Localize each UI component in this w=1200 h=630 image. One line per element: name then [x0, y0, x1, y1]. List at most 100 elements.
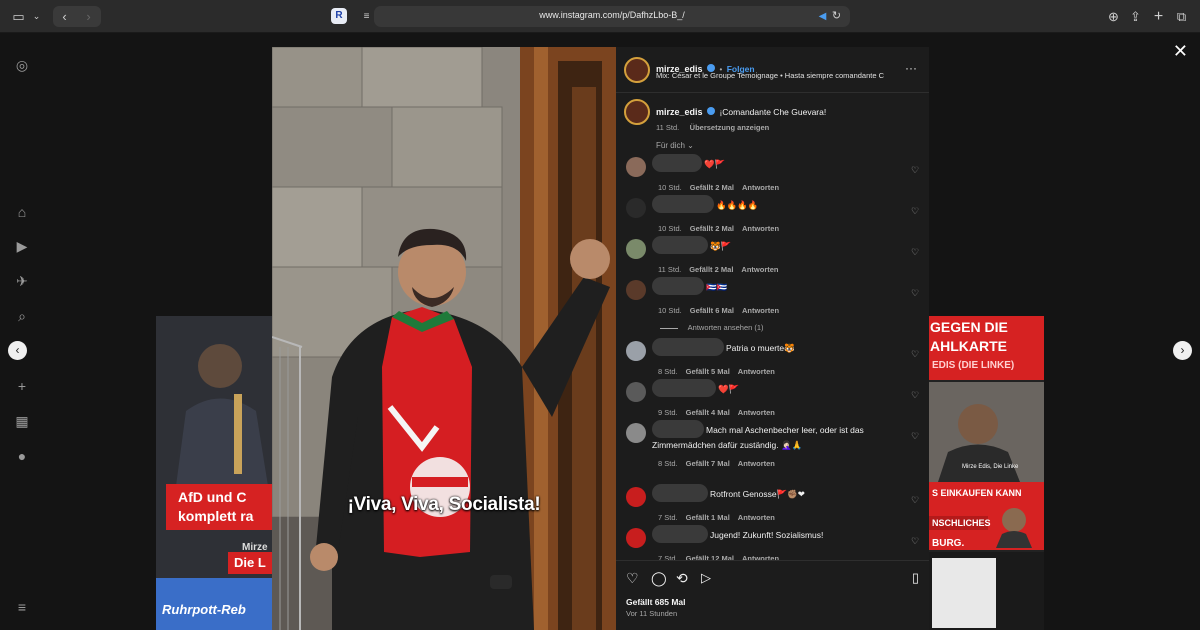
close-icon[interactable]: ✕ [1173, 41, 1188, 62]
comment-avatar[interactable] [626, 528, 646, 548]
home-icon[interactable]: ⌂ [14, 204, 30, 220]
comment-likes[interactable]: Gefällt 4 Mal [686, 408, 730, 417]
comment-like-icon[interactable]: ♡ [910, 431, 920, 441]
comment-likes[interactable]: Gefällt 7 Mal [686, 459, 730, 468]
comment-like-icon[interactable]: ♡ [910, 390, 920, 400]
comment-avatar[interactable] [626, 382, 646, 402]
comment-time: 10 Std. [658, 183, 682, 192]
comment-avatar[interactable] [626, 423, 646, 443]
comment-reply[interactable]: Antworten [738, 408, 775, 417]
more-dots-icon[interactable]: ··· [905, 61, 917, 75]
reel-video[interactable]: ¡Viva, Viva, Socialista! [272, 47, 616, 630]
back-icon[interactable]: ‹ [56, 8, 73, 25]
verified-icon [706, 106, 715, 115]
dashboard-icon[interactable]: ▦ [14, 413, 30, 429]
comment-time: 10 Std. [658, 306, 682, 315]
comment-avatar[interactable] [626, 198, 646, 218]
comment-like-icon[interactable]: ♡ [910, 536, 920, 546]
comment-likes[interactable]: Gefällt 2 Mal [690, 224, 734, 233]
caption-avatar[interactable] [624, 99, 650, 125]
comment-text: 🐯🚩 [710, 241, 732, 252]
comment-likes[interactable]: Gefällt 12 Mal [686, 554, 734, 563]
author-avatar[interactable] [624, 57, 650, 83]
comment-filter[interactable]: Für dich ⌄ [656, 141, 694, 150]
blurred-username[interactable] [652, 195, 714, 213]
translate-link[interactable]: Übersetzung anzeigen [690, 123, 770, 132]
create-icon[interactable]: + [14, 378, 30, 394]
blurred-username[interactable] [652, 420, 704, 438]
next-arrow-icon[interactable]: › [1173, 341, 1192, 360]
address-bar[interactable]: www.instagram.com/p/DafhzLbo-B_/ [374, 6, 850, 27]
comment-avatar[interactable] [626, 280, 646, 300]
caption-username[interactable]: mirze_edis [656, 107, 703, 117]
comment-reply[interactable]: Antworten [741, 265, 778, 274]
reels-icon[interactable]: ▶ [14, 238, 30, 254]
comment-reply[interactable]: Antworten [738, 513, 775, 522]
comment-reply[interactable]: Antworten [738, 459, 775, 468]
comment-reply[interactable]: Antworten [742, 224, 779, 233]
instagram-logo-icon[interactable]: ◎ [14, 57, 30, 73]
bookmark-icon[interactable]: ▯ [912, 570, 919, 586]
comment-like-icon[interactable]: ♡ [910, 495, 920, 505]
repost-icon[interactable]: ⟲ [676, 570, 688, 587]
reader-icon[interactable]: ≡ [358, 8, 375, 25]
search-icon[interactable]: ⌕ [14, 308, 30, 324]
caption-time: 11 Std. [656, 123, 680, 132]
profile-avatar-icon[interactable]: ● [14, 448, 30, 464]
blurred-username[interactable] [652, 154, 702, 172]
blurred-username[interactable] [652, 484, 708, 502]
comment-like-icon[interactable]: ♡ [910, 165, 920, 175]
comment-text: ❤️🚩 [704, 159, 726, 170]
download-icon[interactable]: ⊕ [1105, 8, 1122, 25]
sidebar-toggle-icon[interactable]: ▭ [10, 8, 27, 25]
comment-likes[interactable]: Gefällt 1 Mal [686, 513, 730, 522]
comment-like-icon[interactable]: ♡ [910, 206, 920, 216]
chevron-down-icon[interactable]: ⌄ [28, 8, 45, 25]
comment-text: Rotfront Genosse🚩✊🏽❤ [710, 489, 805, 500]
blurred-username[interactable] [652, 236, 708, 254]
like-icon[interactable]: ♡ [626, 570, 639, 587]
carousel-tile-left[interactable]: AfD und C komplett ra Mirze Die L Ruhrpo… [156, 316, 272, 630]
forward-icon[interactable]: › [80, 8, 97, 25]
comment-avatar[interactable] [626, 487, 646, 507]
comment-time: 8 Std. [658, 459, 678, 468]
blurred-username[interactable] [652, 277, 704, 295]
comment-likes[interactable]: Gefällt 2 Mal [689, 265, 733, 274]
comment-icon[interactable]: ◯ [651, 570, 667, 587]
comment-body: Patria o muerte🐯 [652, 338, 900, 356]
extension-icon[interactable]: R [331, 8, 347, 24]
comment-body: ❤️🚩 [652, 379, 900, 397]
comment-likes[interactable]: Gefällt 5 Mal [686, 367, 730, 376]
blurred-username[interactable] [652, 338, 724, 356]
comment-reply[interactable]: Antworten [742, 306, 779, 315]
comment-like-icon[interactable]: ♡ [910, 247, 920, 257]
blurred-username[interactable] [652, 525, 708, 543]
menu-icon[interactable]: ≡ [14, 599, 30, 615]
reload-icon[interactable]: ↻ [828, 8, 845, 25]
comment-item: Mach mal Aschenbecher leer, oder ist das… [616, 419, 929, 468]
view-replies[interactable]: Antworten ansehen (1) [660, 323, 764, 332]
comment-text: ❤️🚩 [718, 384, 740, 395]
likes-count[interactable]: Gefällt 685 Mal [626, 597, 686, 607]
comment-like-icon[interactable]: ♡ [910, 288, 920, 298]
comment-meta: 11 Std. Gefällt 2 Mal Antworten [658, 259, 779, 277]
tabs-overview-icon[interactable]: ⧉ [1173, 8, 1190, 25]
new-tab-icon[interactable]: + [1150, 8, 1167, 25]
share-icon[interactable]: ▷ [701, 570, 711, 586]
comment-reply[interactable]: Antworten [742, 554, 779, 563]
carousel-tile-right[interactable]: GEGEN DIE AHLKARTE EDIS (DIE LINKE) Mirz… [928, 316, 1044, 630]
audio-track[interactable]: Mix: César et le Groupe Temoignage • Has… [656, 71, 901, 80]
comment-likes[interactable]: Gefällt 2 Mal [690, 183, 734, 192]
share-icon[interactable]: ⇪ [1127, 8, 1144, 25]
messages-icon[interactable]: ✈ [14, 273, 30, 289]
comment-reply[interactable]: Antworten [738, 367, 775, 376]
comment-like-icon[interactable]: ♡ [910, 349, 920, 359]
prev-arrow-icon[interactable]: ‹ [8, 341, 27, 360]
comment-avatar[interactable] [626, 239, 646, 259]
comment-reply[interactable]: Antworten [742, 183, 779, 192]
comment-avatar[interactable] [626, 157, 646, 177]
comment-avatar[interactable] [626, 341, 646, 361]
blurred-username[interactable] [652, 379, 716, 397]
comment-likes[interactable]: Gefällt 6 Mal [690, 306, 734, 315]
tile-right-sub: EDIS (DIE LINKE) [932, 360, 1015, 371]
